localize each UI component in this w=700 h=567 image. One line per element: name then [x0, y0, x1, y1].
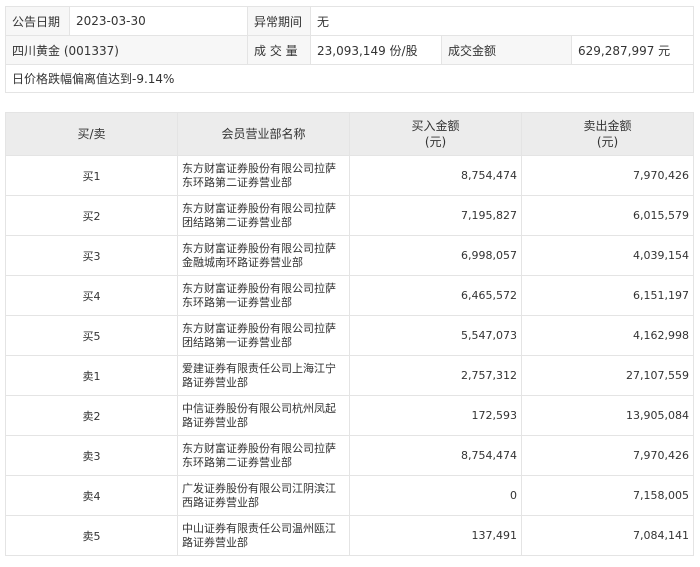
row-buy-amount: 8,754,474	[349, 435, 522, 476]
row-sell-amount: 6,015,579	[521, 195, 694, 236]
row-dept: 中山证券有限责任公司温州瓯江路证券营业部	[177, 515, 350, 556]
row-buy-amount: 137,491	[349, 515, 522, 556]
row-sell-amount: 27,107,559	[521, 355, 694, 396]
row-side: 买1	[5, 155, 178, 196]
header-sell: 卖出金额 (元)	[521, 112, 694, 156]
row-sell-amount: 4,039,154	[521, 235, 694, 276]
volume-label: 成 交 量	[247, 35, 311, 65]
row-dept: 东方财富证券股份有限公司拉萨东环路第二证券营业部	[177, 435, 350, 476]
amount-value: 629,287,997 元	[570, 35, 695, 65]
header-buy-unit: (元)	[424, 135, 447, 149]
row-buy-amount: 172,593	[349, 395, 522, 436]
table-row: 买5 东方财富证券股份有限公司拉萨团结路第一证券营业部 5,547,073 4,…	[5, 315, 694, 356]
row-buy-amount: 7,195,827	[349, 195, 522, 236]
row-side: 买2	[5, 195, 178, 236]
period-label: 异常期间	[247, 6, 311, 36]
table-row: 卖2 中信证券股份有限公司杭州凤起路证券营业部 172,593 13,905,0…	[5, 395, 694, 436]
row-sell-amount: 7,158,005	[521, 475, 694, 516]
row-buy-amount: 0	[349, 475, 522, 516]
table-header-row: 买/卖 会员营业部名称 买入金额 (元) 卖出金额 (元)	[5, 112, 694, 156]
row-buy-amount: 6,465,572	[349, 275, 522, 316]
row-buy-amount: 8,754,474	[349, 155, 522, 196]
row-buy-amount: 6,998,057	[349, 235, 522, 276]
table-row: 买4 东方财富证券股份有限公司拉萨东环路第一证券营业部 6,465,572 6,…	[5, 275, 694, 316]
header-sell-unit: (元)	[596, 135, 619, 149]
header-side: 买/卖	[5, 112, 178, 156]
row-side: 卖4	[5, 475, 178, 516]
stock-name: 四川黄金 (001337)	[5, 35, 248, 65]
table-row: 买3 东方财富证券股份有限公司拉萨金融城南环路证券营业部 6,998,057 4…	[5, 235, 694, 276]
table-row: 卖3 东方财富证券股份有限公司拉萨东环路第二证券营业部 8,754,474 7,…	[5, 435, 694, 476]
row-sell-amount: 7,970,426	[521, 155, 694, 196]
row-side: 买4	[5, 275, 178, 316]
info-table: 公告日期 2023-03-30 异常期间 无 四川黄金 (001337) 成 交…	[4, 6, 695, 93]
row-side: 卖2	[5, 395, 178, 436]
table-row: 卖4 广发证券股份有限公司江阴滨江西路证券营业部 0 7,158,005	[5, 475, 694, 516]
table-row: 卖5 中山证券有限责任公司温州瓯江路证券营业部 137,491 7,084,14…	[5, 515, 694, 556]
amount-label: 成交金额	[441, 35, 572, 65]
row-dept: 爱建证券有限责任公司上海江宁路证券营业部	[177, 355, 350, 396]
row-sell-amount: 7,970,426	[521, 435, 694, 476]
row-dept: 中信证券股份有限公司杭州凤起路证券营业部	[177, 395, 350, 436]
row-dept: 东方财富证券股份有限公司拉萨东环路第一证券营业部	[177, 275, 350, 316]
row-dept: 广发证券股份有限公司江阴滨江西路证券营业部	[177, 475, 350, 516]
table-row: 买1 东方财富证券股份有限公司拉萨东环路第二证券营业部 8,754,474 7,…	[5, 155, 694, 196]
row-side: 买3	[5, 235, 178, 276]
table-row: 买2 东方财富证券股份有限公司拉萨团结路第二证券营业部 7,195,827 6,…	[5, 195, 694, 236]
row-buy-amount: 2,757,312	[349, 355, 522, 396]
page: 公告日期 2023-03-30 异常期间 无 四川黄金 (001337) 成 交…	[0, 0, 700, 567]
date-value: 2023-03-30	[69, 6, 248, 36]
row-dept: 东方财富证券股份有限公司拉萨团结路第一证券营业部	[177, 315, 350, 356]
period-value: 无	[309, 6, 695, 36]
row-side: 卖1	[5, 355, 178, 396]
row-sell-amount: 13,905,084	[521, 395, 694, 436]
row-side: 卖5	[5, 515, 178, 556]
header-sell-label: 卖出金额	[583, 119, 632, 133]
row-sell-amount: 6,151,197	[521, 275, 694, 316]
volume-value: 23,093,149 份/股	[310, 35, 442, 65]
table-row: 卖1 爱建证券有限责任公司上海江宁路证券营业部 2,757,312 27,107…	[5, 355, 694, 396]
header-buy: 买入金额 (元)	[349, 112, 522, 156]
trading-table: 买/卖 会员营业部名称 买入金额 (元) 卖出金额 (元) 买1 东方财富证券股…	[5, 112, 694, 556]
deviation-note: 日价格跌幅偏离值达到-9.14%	[4, 64, 695, 93]
row-dept: 东方财富证券股份有限公司拉萨东环路第二证券营业部	[177, 155, 350, 196]
row-sell-amount: 4,162,998	[521, 315, 694, 356]
row-side: 买5	[5, 315, 178, 356]
row-side: 卖3	[5, 435, 178, 476]
row-sell-amount: 7,084,141	[521, 515, 694, 556]
header-buy-label: 买入金额	[411, 119, 460, 133]
header-dept: 会员营业部名称	[177, 112, 350, 156]
row-dept: 东方财富证券股份有限公司拉萨金融城南环路证券营业部	[177, 235, 350, 276]
row-dept: 东方财富证券股份有限公司拉萨团结路第二证券营业部	[177, 195, 350, 236]
row-buy-amount: 5,547,073	[349, 315, 522, 356]
date-label: 公告日期	[5, 6, 70, 36]
